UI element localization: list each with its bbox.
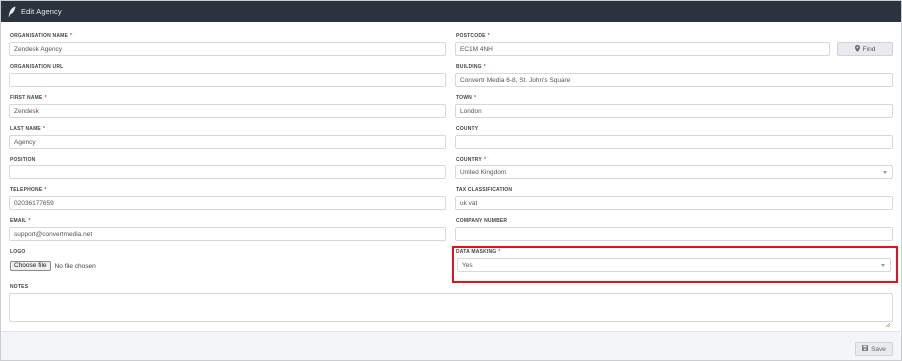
tax-classification-label: TAX CLASSIFICATION bbox=[456, 187, 513, 193]
postcode-label: POSTCODE * bbox=[456, 33, 490, 39]
county-label: COUNTY bbox=[456, 126, 479, 132]
feather-icon bbox=[8, 6, 16, 18]
first-name-label: FIRST NAME * bbox=[10, 95, 47, 101]
town-label: TOWN * bbox=[456, 95, 477, 101]
last-name-input[interactable]: Agency bbox=[9, 135, 446, 149]
page-title: Edit Agency bbox=[21, 7, 62, 16]
organisation-name-input[interactable]: Zendesk Agency bbox=[9, 42, 446, 56]
first-name-input[interactable]: Zendesk bbox=[9, 104, 446, 118]
tax-classification-input[interactable]: uk vat bbox=[455, 196, 893, 210]
data-masking-highlight bbox=[452, 246, 898, 283]
notes-textarea[interactable] bbox=[9, 293, 893, 328]
county-input[interactable] bbox=[455, 135, 893, 149]
position-label: POSITION bbox=[10, 157, 36, 163]
organisation-url-input[interactable] bbox=[9, 73, 446, 87]
map-marker-icon bbox=[854, 44, 860, 54]
country-select[interactable]: United Kingdom bbox=[455, 165, 893, 179]
find-label: Find bbox=[862, 45, 876, 53]
company-number-input[interactable] bbox=[455, 227, 893, 241]
save-button[interactable]: Save bbox=[855, 342, 893, 356]
email-label: EMAIL * bbox=[10, 218, 31, 224]
position-input[interactable] bbox=[9, 165, 446, 179]
building-input[interactable]: Convertr Media 6-8, St. John's Square bbox=[455, 73, 893, 87]
file-status-text: No file chosen bbox=[54, 262, 96, 270]
panel-header: Edit Agency bbox=[1, 1, 901, 22]
panel-footer bbox=[1, 331, 901, 360]
resize-grip-icon[interactable] bbox=[885, 314, 891, 328]
postcode-input[interactable]: EC1M 4NH bbox=[455, 42, 830, 56]
notes-label: NOTES bbox=[10, 284, 29, 290]
logo-label: LOGO bbox=[10, 249, 26, 255]
town-input[interactable]: London bbox=[455, 104, 893, 118]
building-label: BUILDING * bbox=[456, 64, 486, 70]
country-label: COUNTRY * bbox=[456, 157, 487, 163]
logo-file-input: Choose file No file chosen bbox=[10, 261, 96, 271]
organisation-url-label: ORGANISATION URL bbox=[10, 64, 64, 70]
telephone-input[interactable]: 02036177659 bbox=[9, 196, 446, 210]
organisation-name-label: ORGANISATION NAME * bbox=[10, 33, 73, 39]
last-name-label: LAST NAME * bbox=[10, 126, 46, 132]
save-label: Save bbox=[871, 345, 886, 353]
choose-file-button[interactable]: Choose file bbox=[10, 261, 51, 271]
find-button[interactable]: Find bbox=[837, 42, 893, 56]
chevron-down-icon bbox=[883, 171, 887, 174]
telephone-label: TELEPHONE * bbox=[10, 187, 47, 193]
company-number-label: COMPANY NUMBER bbox=[456, 218, 508, 224]
email-input[interactable]: support@convertmedia.net bbox=[9, 227, 446, 241]
floppy-disk-icon bbox=[862, 345, 869, 353]
